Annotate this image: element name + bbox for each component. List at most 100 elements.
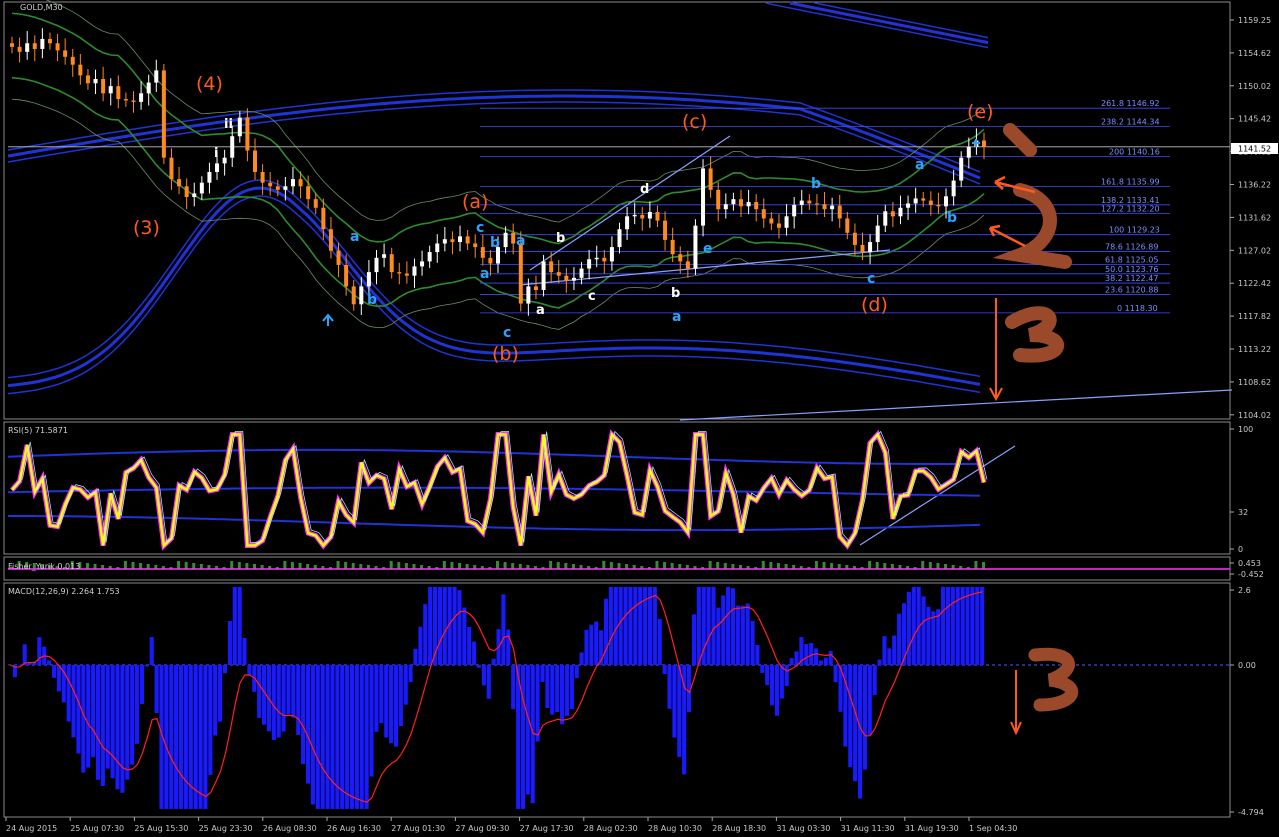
macd-bar xyxy=(857,665,863,799)
minor-wave-label: b xyxy=(367,292,377,308)
fisher-bar xyxy=(290,562,294,569)
fisher-bar xyxy=(184,562,188,569)
macd-bar xyxy=(550,665,555,715)
macd-bar xyxy=(672,665,677,738)
candle-body xyxy=(298,179,303,187)
time-tick-label: 31 Aug 03:30 xyxy=(776,824,830,833)
macd-bar xyxy=(638,586,643,665)
macd-bar xyxy=(770,665,775,706)
candle-body xyxy=(123,99,128,101)
minor-wave-label: a xyxy=(516,233,525,249)
macd-bar xyxy=(809,643,814,665)
macd-bar xyxy=(242,637,247,665)
candle-body xyxy=(40,38,45,49)
candle-body xyxy=(184,186,189,198)
macd-bar xyxy=(281,665,286,732)
macd-bar xyxy=(584,629,589,665)
macd-bar xyxy=(91,665,96,758)
candle-body xyxy=(959,157,964,181)
macd-bar xyxy=(349,665,355,809)
candle-body xyxy=(169,157,174,180)
candle-body xyxy=(480,247,485,258)
macd-bar xyxy=(867,665,872,735)
macd-bar xyxy=(828,650,833,665)
major-wave-label: (d) xyxy=(861,294,888,316)
minor-wave-label: a xyxy=(672,309,681,325)
macd-bar xyxy=(81,665,86,773)
macd-bar xyxy=(301,665,306,765)
macd-bar xyxy=(174,665,179,809)
macd-bar xyxy=(814,648,819,665)
price-tick-label: 1108.62 xyxy=(1238,378,1271,387)
candle-body xyxy=(556,272,561,276)
candle-body xyxy=(382,254,387,258)
fib-label: 161.8 1135.99 xyxy=(1101,177,1160,186)
high-marker xyxy=(972,139,980,147)
macd-bar xyxy=(364,665,369,809)
trendline xyxy=(529,135,731,271)
fisher-bar xyxy=(655,561,659,569)
fisher-bar xyxy=(351,563,355,569)
candle-body xyxy=(799,200,804,205)
candle-body xyxy=(427,252,432,262)
macd-bar xyxy=(618,586,623,665)
upper-right-band xyxy=(789,1,989,45)
fisher-bar xyxy=(85,563,89,569)
candle-body xyxy=(116,86,121,100)
macd-bar xyxy=(95,665,101,780)
candle-body xyxy=(511,232,516,244)
candle-body xyxy=(571,277,576,281)
time-tick-label: 26 Aug 08:30 xyxy=(263,824,317,833)
minor-wave-label: d xyxy=(640,182,649,197)
major-wave-label: (e) xyxy=(967,101,994,123)
fisher-tick-label: -0.452 xyxy=(1238,570,1264,579)
price-chart-title: GOLD,M30 xyxy=(20,3,63,12)
candle-body xyxy=(776,223,781,228)
macd-bar xyxy=(213,665,218,736)
candle-body xyxy=(921,198,926,201)
candle-body xyxy=(564,275,569,281)
candle-body xyxy=(78,64,83,76)
time-tick-label: 31 Aug 11:30 xyxy=(841,824,895,833)
price-candles xyxy=(10,28,986,316)
macd-bar xyxy=(325,665,330,809)
major-wave-label: (3) xyxy=(133,217,160,239)
fisher-bar xyxy=(670,563,674,569)
candle-body xyxy=(366,272,371,287)
candle-body xyxy=(845,218,850,233)
hand-drawn-3 xyxy=(1005,306,1065,363)
macd-bar xyxy=(218,665,223,722)
macd-bar xyxy=(501,594,506,665)
macd-bar xyxy=(706,586,711,665)
fisher-bar xyxy=(928,562,932,569)
candle-body xyxy=(898,207,903,217)
time-tick-label: 25 Aug 15:30 xyxy=(134,824,188,833)
time-tick-label: 27 Aug 01:30 xyxy=(391,824,445,833)
macd-bar xyxy=(628,586,633,665)
price-tick-label: 1122.42 xyxy=(1238,279,1271,288)
macd-bar xyxy=(71,665,76,738)
macd-bar xyxy=(389,665,394,744)
fisher-bar xyxy=(617,563,621,569)
fisher-bar xyxy=(131,562,135,569)
fib-label: 38.2 1122.47 xyxy=(1105,274,1158,283)
time-tick-label: 25 Aug 07:30 xyxy=(70,824,124,833)
time-tick-label: 1 Sep 04:30 xyxy=(969,824,1017,833)
macd-bar xyxy=(652,586,657,665)
rsi-tick-label: 32 xyxy=(1238,508,1248,517)
candle-body xyxy=(928,200,933,205)
fisher-bar xyxy=(245,563,249,569)
candle-body xyxy=(245,117,250,151)
candle-body xyxy=(359,286,364,305)
fisher-bar xyxy=(123,561,127,569)
candle-body xyxy=(944,196,949,207)
fisher-bar xyxy=(936,563,940,569)
candle-body xyxy=(450,239,455,243)
macd-bar xyxy=(486,665,491,699)
candle-body xyxy=(792,204,797,217)
fisher-title: Fisher_Yurik 0.013 xyxy=(8,562,80,571)
gold-m30-chart-window[interactable]: 261.8 1146.92 238.2 1144.34 200 1140.16 161… xyxy=(0,0,1279,837)
fisher-bar xyxy=(344,562,348,569)
candle-body xyxy=(420,261,425,267)
macd-bar xyxy=(579,652,584,665)
